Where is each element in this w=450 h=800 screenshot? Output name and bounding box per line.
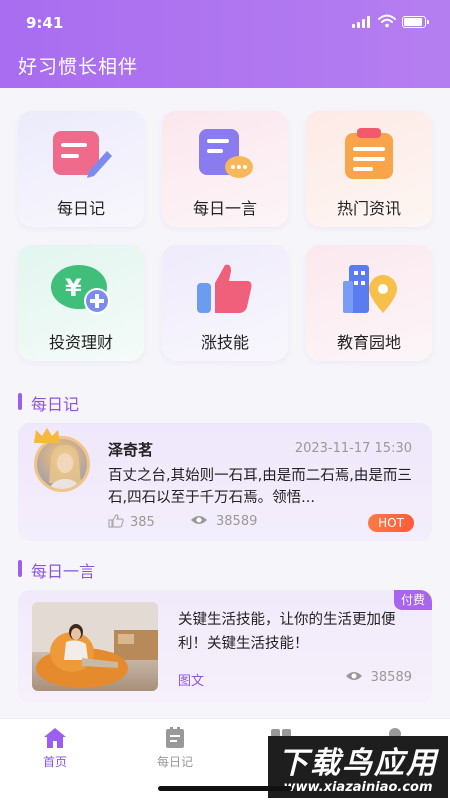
home-indicator (158, 786, 292, 791)
eye-icon (345, 672, 362, 680)
grid-item-hot-news[interactable]: 热门资讯 (306, 111, 432, 227)
grid-item-label: 每日记 (56, 199, 105, 218)
content-type-tag: 图文 (178, 674, 205, 689)
grid-item-label: 涨技能 (200, 333, 249, 352)
grid-item-label: 热门资讯 (336, 199, 401, 218)
building-location-icon (343, 265, 397, 313)
chat-document-icon (199, 129, 253, 178)
tab-label: 首页 (42, 755, 67, 769)
grid-item-diary[interactable]: 每日记 (18, 111, 144, 227)
clipboard-news-icon (345, 128, 393, 179)
home-icon (44, 728, 66, 748)
diary-card[interactable]: 泽奇茗 2023-11-17 15:30 百丈之台,其始则一石耳,由是而二石焉,… (18, 423, 432, 541)
view-count: 38589 (370, 670, 412, 685)
eye-icon (191, 516, 207, 524)
like-count: 385 (130, 515, 155, 530)
quote-card[interactable]: 付费 关键生活技能，让你的生活更加便利！关键生活技能！ 图文 38589 (18, 590, 432, 703)
section-title-quote: 每日一言 (18, 558, 95, 582)
paid-badge: 付费 (394, 590, 432, 610)
author-name: 泽奇茗 (108, 441, 154, 459)
grid-item-label: 每日一言 (192, 199, 257, 218)
grid-item-daily-quote[interactable]: 每日一言 (162, 111, 288, 227)
view-stat: 38589 (345, 670, 412, 685)
signal-icon (352, 16, 372, 28)
page-title: 好习惯长相伴 (18, 56, 139, 78)
hot-badge: HOT (368, 514, 414, 532)
view-count: 38589 (216, 514, 258, 529)
grid-item-investment[interactable]: ¥ 投资理财 (18, 245, 144, 361)
like-stat[interactable]: 385 (108, 514, 155, 530)
watermark-url: www.xiazainiao.com (283, 780, 433, 795)
watermark-logo: 下载鸟应用 www.xiazainiao.com (268, 736, 448, 798)
view-stat: 38589 (190, 514, 257, 529)
grid-item-label: 投资理财 (48, 333, 113, 352)
thumbs-up-outline-icon (108, 514, 124, 528)
wifi-icon (378, 14, 396, 28)
app-header: 9:41 好习惯长相伴 (0, 0, 450, 88)
quote-thumbnail (32, 602, 158, 691)
notebook-pencil-icon (53, 131, 112, 178)
watermark-title: 下载鸟应用 (278, 746, 438, 781)
tab-diary[interactable]: 每日记 (130, 727, 220, 770)
yen-coin-add-icon: ¥ (51, 265, 110, 314)
status-time: 9:41 (26, 14, 64, 32)
notebook-icon (166, 727, 184, 748)
status-bar: 9:41 (0, 0, 450, 44)
post-excerpt: 百丈之台,其始则一石耳,由是而二石焉,由是而三石,四石以至于千万石焉。领悟... (108, 468, 412, 506)
section-title-diary: 每日记 (18, 391, 79, 415)
crown-icon (34, 428, 60, 443)
tab-label: 每日记 (156, 755, 193, 769)
grid-item-label: 教育园地 (336, 333, 401, 352)
thumbs-up-icon (197, 264, 252, 313)
grid-item-skills[interactable]: 涨技能 (162, 245, 288, 361)
battery-icon (402, 16, 429, 28)
quote-text: 关键生活技能，让你的生活更加便利！关键生活技能！ (178, 612, 396, 652)
tab-home[interactable]: 首页 (10, 727, 100, 770)
post-date: 2023-11-17 15:30 (294, 441, 412, 456)
grid-item-education[interactable]: 教育园地 (306, 245, 432, 361)
svg-text:¥: ¥ (65, 274, 82, 302)
